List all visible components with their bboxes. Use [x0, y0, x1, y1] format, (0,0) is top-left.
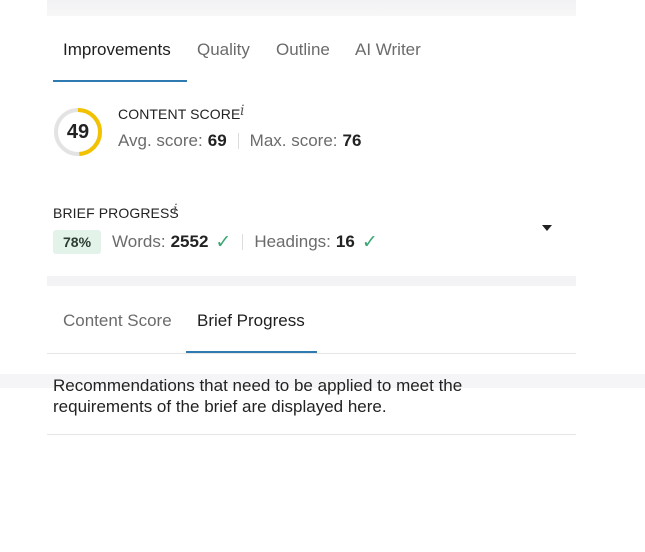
score-stats: Avg. score: 69 Max. score: 76 — [118, 131, 361, 151]
words-check-icon: ✓ — [215, 231, 232, 253]
avg-score-label: Avg. score: — [118, 131, 203, 150]
headings-value: 16 — [335, 232, 355, 251]
brief-progress-title: BRIEF PROGRESS — [53, 205, 179, 221]
content-score-title: CONTENT SCORE — [118, 106, 241, 122]
headings-label: Headings: — [254, 232, 331, 251]
top-band — [47, 0, 576, 16]
words-value: 2552 — [170, 232, 209, 251]
stat-divider — [237, 133, 239, 149]
main-tabs: Improvements Quality Outline AI Writer — [47, 16, 576, 82]
subtab-divider — [47, 353, 576, 354]
tab-brief-progress[interactable]: Brief Progress — [197, 311, 305, 331]
tab-ai-writer[interactable]: AI Writer — [355, 40, 421, 60]
avg-score-value: 69 — [207, 131, 227, 150]
expand-dropdown-icon[interactable] — [542, 225, 552, 231]
active-tab-indicator — [53, 80, 187, 82]
content-score-info-icon[interactable]: i — [240, 103, 244, 119]
words-label: Words: — [112, 232, 166, 251]
content-score-ring: 49 — [53, 107, 103, 157]
brief-recommendations-text: Recommendations that need to be applied … — [53, 376, 463, 416]
brief-progress-info-icon[interactable]: i — [173, 202, 177, 218]
headings-check-icon: ✓ — [361, 231, 378, 253]
tab-quality[interactable]: Quality — [197, 40, 250, 60]
content-score-value: 49 — [66, 120, 90, 143]
brief-progress-stats: 78% Words: 2552 ✓ Headings: 16 ✓ — [53, 230, 378, 254]
max-score-label: Max. score: — [249, 131, 338, 150]
stat-divider — [242, 234, 244, 250]
tab-improvements[interactable]: Improvements — [63, 40, 171, 60]
max-score-value: 76 — [342, 131, 362, 150]
tab-content-score[interactable]: Content Score — [63, 311, 172, 331]
section-separator-band — [47, 276, 576, 286]
brief-progress-percent-badge: 78% — [53, 230, 102, 254]
section-divider — [47, 434, 576, 435]
tab-outline[interactable]: Outline — [276, 40, 330, 60]
